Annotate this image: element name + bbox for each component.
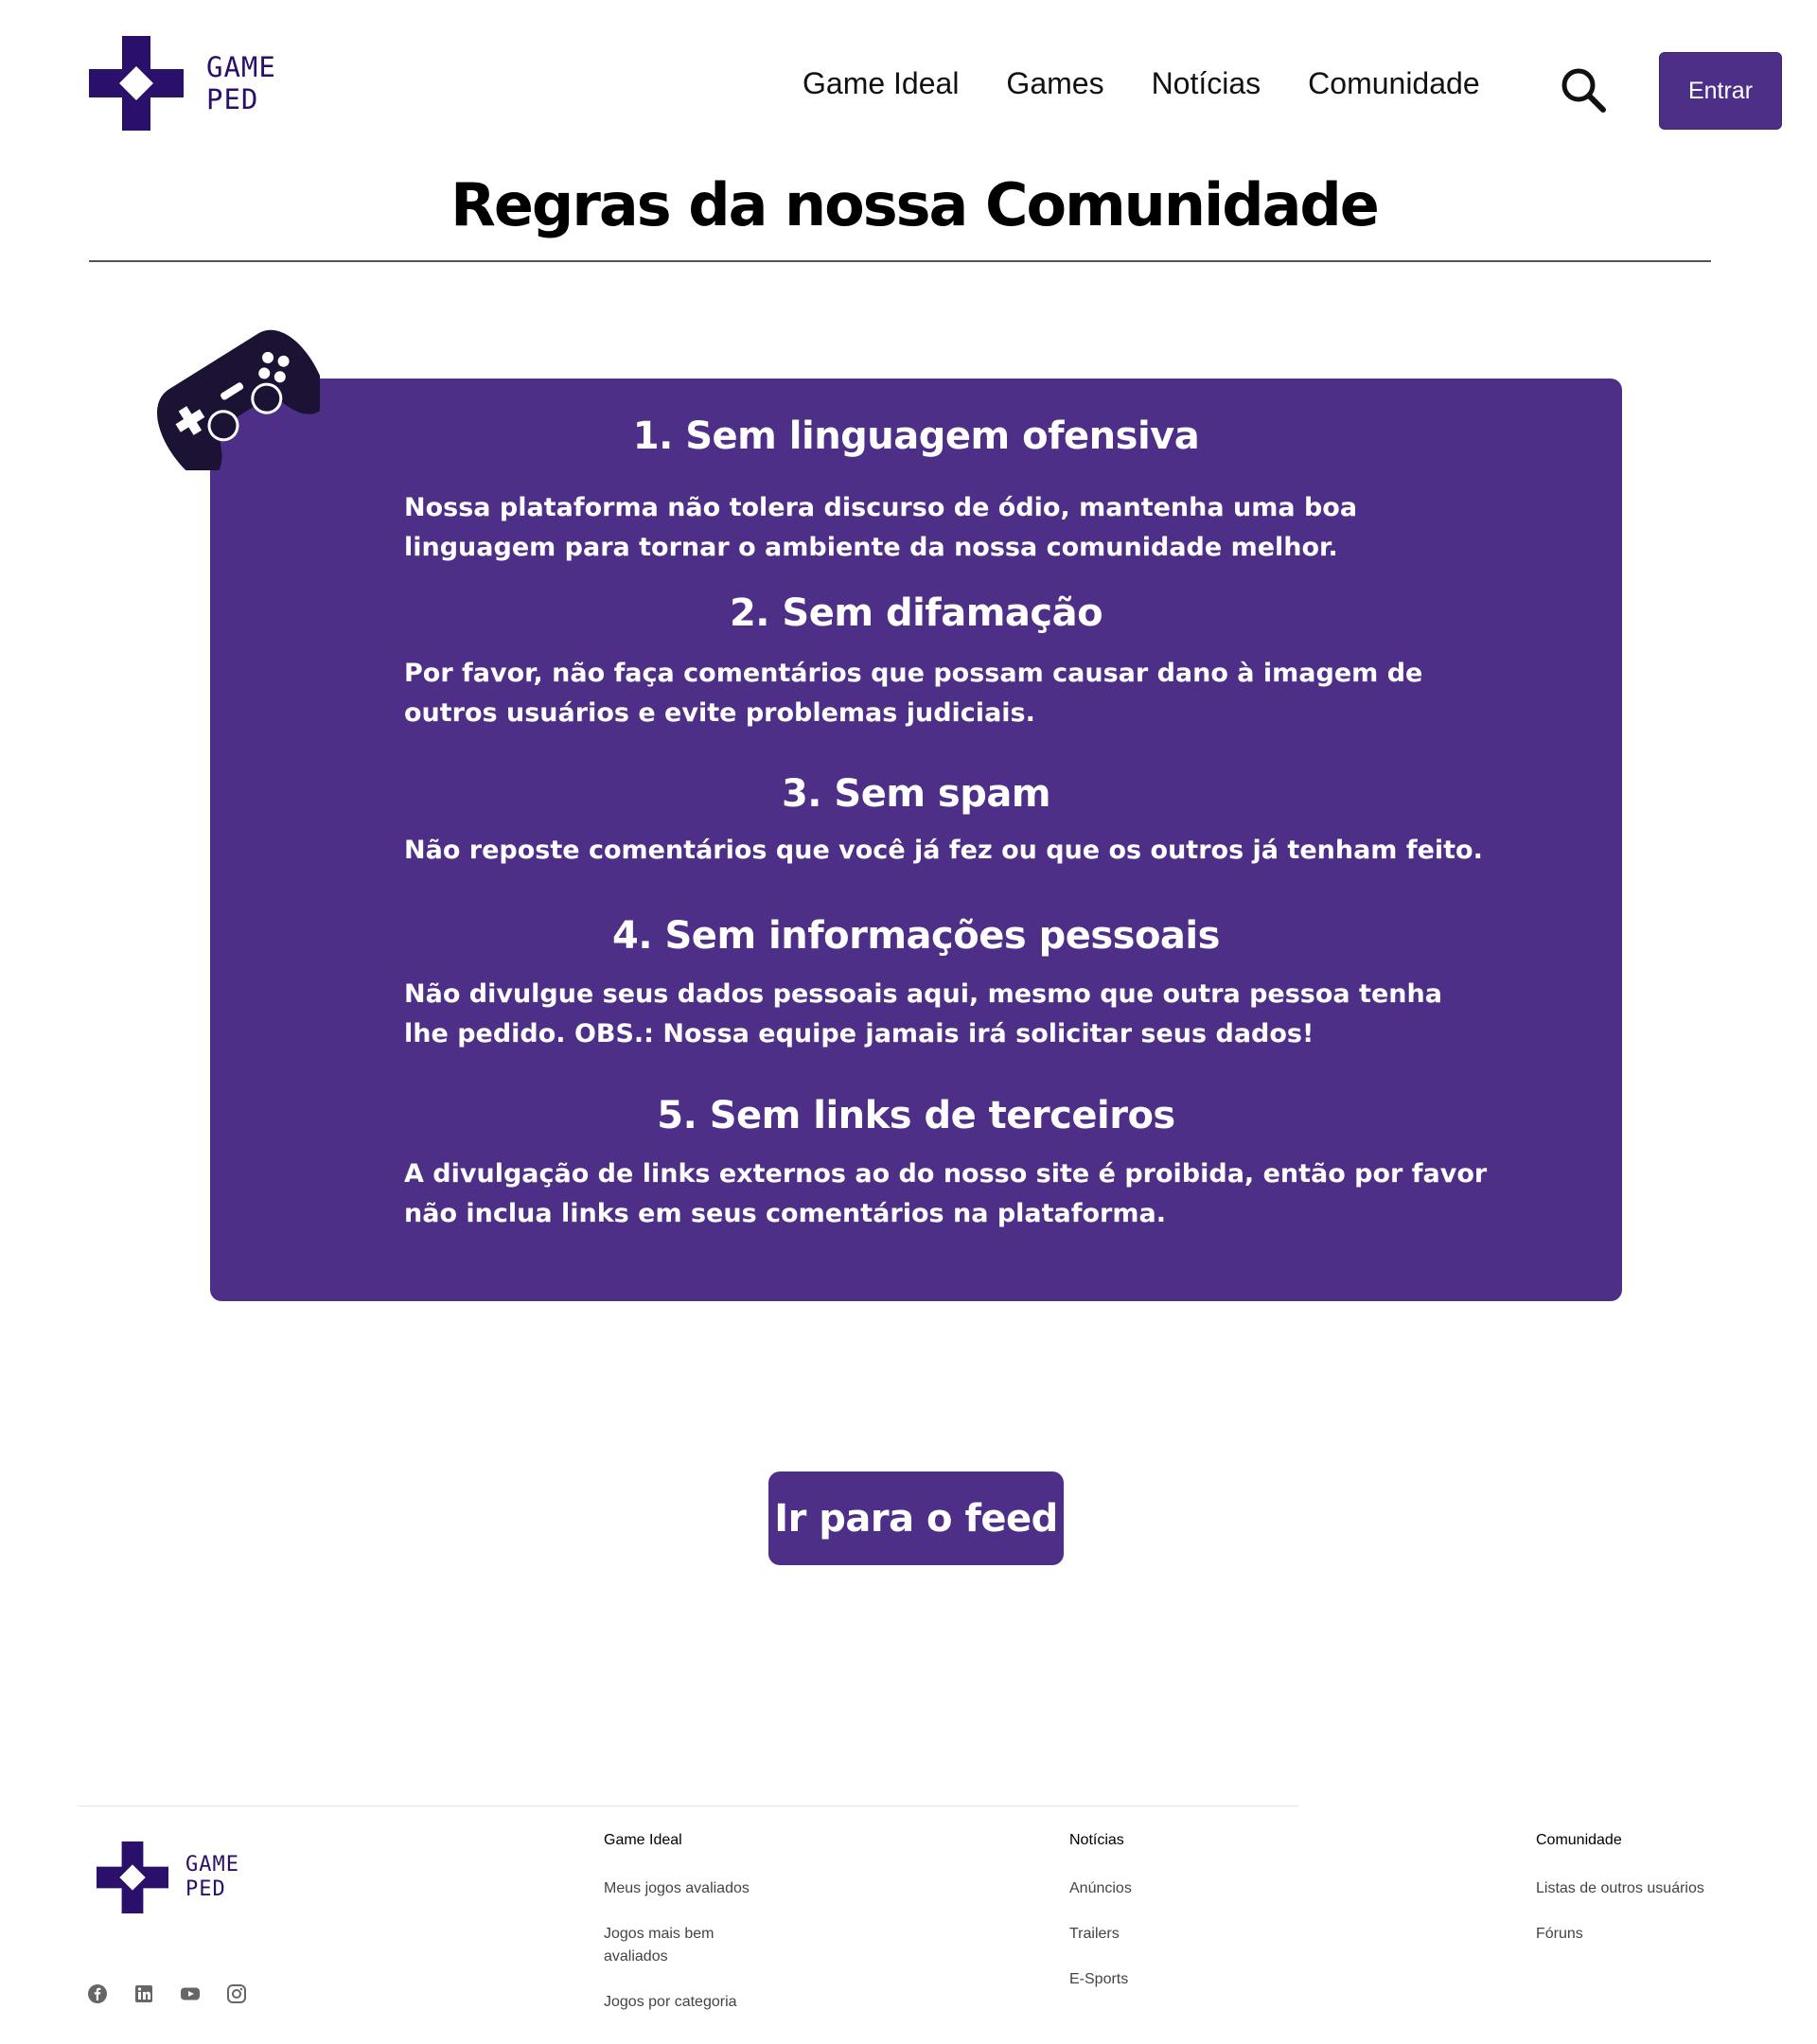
go-to-feed-button[interactable]: Ir para o feed: [768, 1471, 1064, 1565]
dpad-logo-icon: [89, 36, 184, 131]
gamepad-icon: [140, 305, 326, 481]
rule-4: 4. Sem informações pessoais Não divulgue…: [210, 914, 1622, 1048]
footer-link[interactable]: E-Sports: [1069, 1968, 1240, 1991]
logo-text-line2: PED: [206, 83, 259, 115]
youtube-icon[interactable]: [180, 1983, 201, 2004]
rule-text: Não divulgue seus dados pessoais aqui, m…: [404, 979, 1442, 1048]
footer-column-heading: Notícias: [1069, 1832, 1124, 1848]
linkedin-icon[interactable]: [133, 1983, 154, 2004]
social-links: [87, 1983, 247, 2004]
rule-1: 1. Sem linguagem ofensiva Nossa platafor…: [210, 414, 1622, 562]
rule-3: 3. Sem spam Não reposte comentários que …: [210, 772, 1622, 865]
rule-text: Por favor, não faça comentários que poss…: [404, 659, 1423, 728]
footer-logo-line2: PED: [185, 1877, 226, 1901]
main-nav: Game Ideal Games Notícias Comunidade: [803, 66, 1480, 101]
footer-logo-line1: GAME: [185, 1853, 239, 1877]
login-button[interactable]: Entrar: [1659, 52, 1782, 130]
title-divider: [89, 260, 1711, 262]
dpad-logo-icon: [97, 1841, 168, 1913]
footer-link[interactable]: Anúncios: [1069, 1877, 1240, 1900]
footer-link[interactable]: Jogos por categoria: [604, 1991, 774, 2014]
footer-link[interactable]: Meus jogos avaliados: [604, 1877, 774, 1900]
footer-column-heading: Comunidade: [1536, 1832, 1622, 1848]
rule-title: 3. Sem spam: [781, 772, 1051, 816]
nav-noticias[interactable]: Notícias: [1152, 66, 1261, 101]
logo-text-line1: GAME: [206, 51, 276, 83]
footer-column-game-ideal: Game Ideal Meus jogos avaliados Jogos ma…: [604, 1832, 774, 2036]
rule-text: Nossa plataforma não tolera discurso de …: [404, 493, 1358, 562]
nav-comunidade[interactable]: Comunidade: [1308, 66, 1479, 101]
footer-link[interactable]: Trailers: [1069, 1923, 1240, 1946]
nav-games[interactable]: Games: [1006, 66, 1103, 101]
rule-title: 4. Sem informações pessoais: [612, 914, 1220, 958]
rule-text: A divulgação de links externos ao do nos…: [404, 1159, 1488, 1228]
footer-column-heading: Game Ideal: [604, 1832, 682, 1848]
footer-column-comunidade: Comunidade Listas de outros usuários Fór…: [1536, 1832, 1706, 1968]
instagram-icon[interactable]: [226, 1983, 247, 2004]
rule-5: 5. Sem links de terceiros A divulgação d…: [210, 1094, 1622, 1228]
footer-logo-text: GAME PED: [185, 1853, 239, 1902]
rule-title: 2. Sem difamação: [729, 591, 1103, 635]
logo-text: GAME PED: [206, 51, 276, 115]
footer-link[interactable]: Fóruns: [1536, 1923, 1706, 1946]
search-icon: [1561, 68, 1606, 113]
rules-card: 1. Sem linguagem ofensiva Nossa platafor…: [210, 379, 1622, 1301]
header-logo[interactable]: GAME PED: [89, 36, 276, 131]
search-button[interactable]: [1560, 66, 1607, 114]
footer-column-noticias: Notícias Anúncios Trailers E-Sports: [1069, 1832, 1240, 2014]
footer-link[interactable]: Listas de outros usuários: [1536, 1877, 1706, 1900]
rule-title: 1. Sem linguagem ofensiva: [632, 414, 1200, 458]
footer-link[interactable]: Jogos mais bem avaliados: [604, 1923, 774, 1968]
rule-2: 2. Sem difamação Por favor, não faça com…: [210, 591, 1622, 728]
facebook-icon[interactable]: [87, 1983, 108, 2004]
rule-text: Não reposte comentários que você já fez …: [404, 836, 1483, 865]
nav-game-ideal[interactable]: Game Ideal: [803, 66, 959, 101]
rule-title: 5. Sem links de terceiros: [657, 1094, 1175, 1137]
page-title: Regras da nossa Comunidade: [450, 170, 1380, 239]
footer-logo[interactable]: GAME PED: [97, 1841, 239, 1913]
